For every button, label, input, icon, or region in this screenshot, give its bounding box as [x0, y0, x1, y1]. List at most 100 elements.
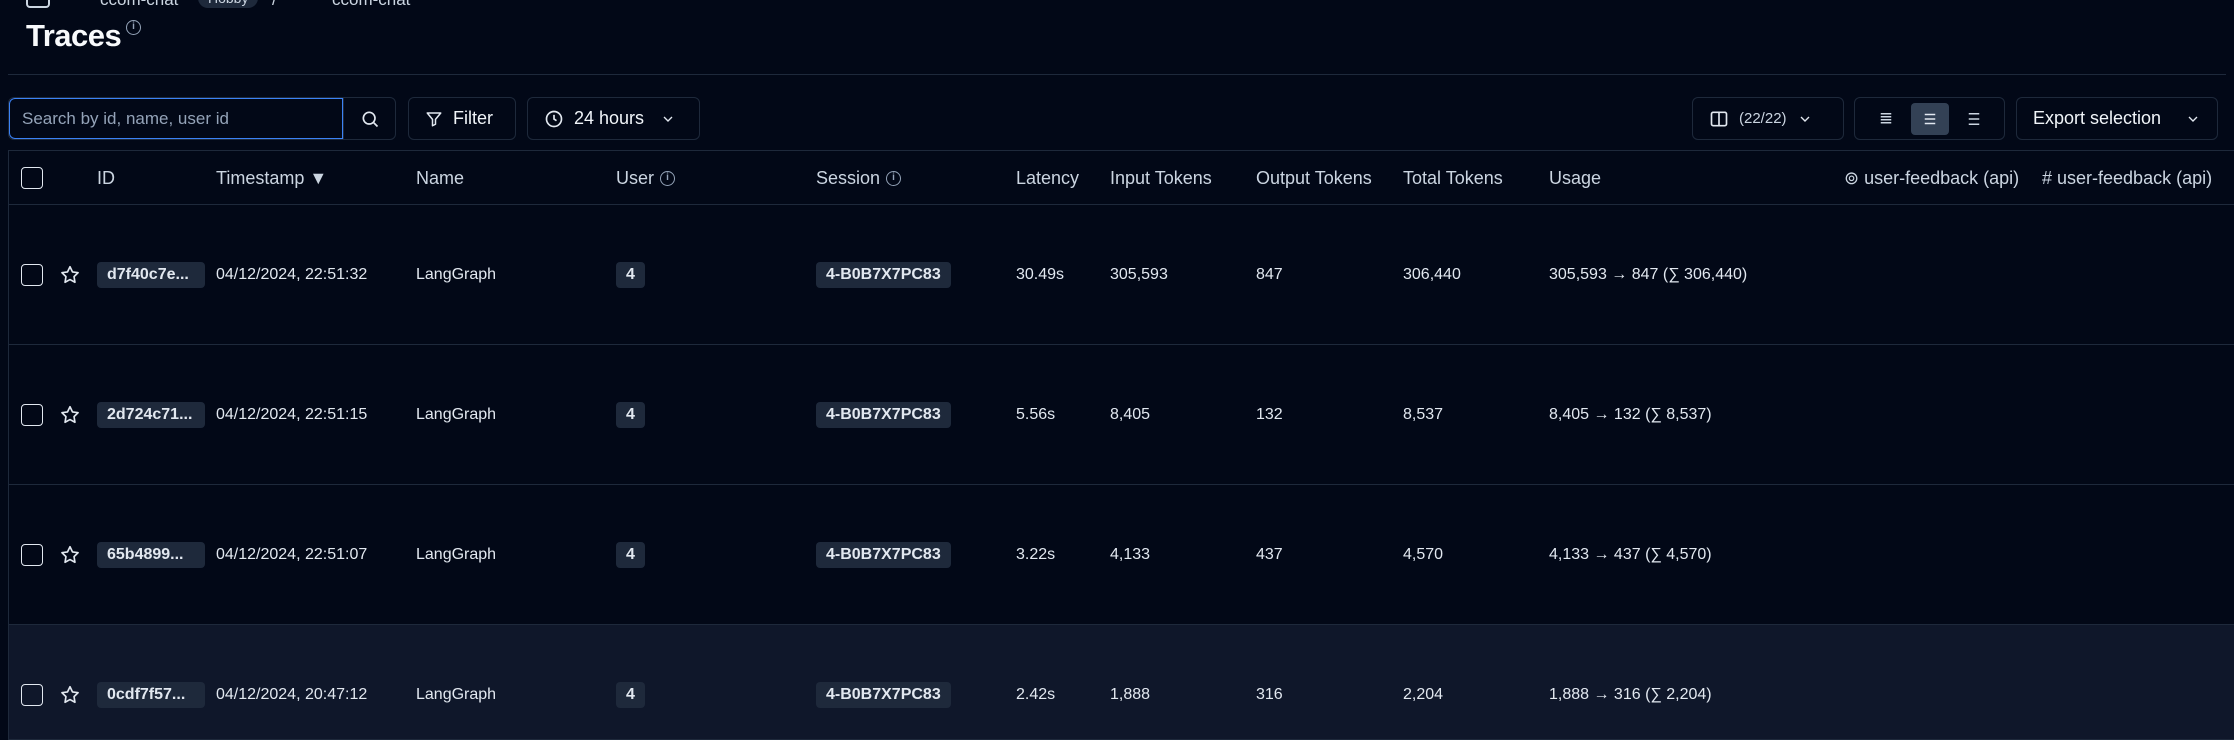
star-icon[interactable]: [59, 264, 81, 286]
user-id[interactable]: 4: [616, 541, 645, 568]
info-icon[interactable]: i: [660, 170, 676, 186]
divider: [8, 74, 2226, 75]
search-button[interactable]: [343, 98, 395, 139]
row-select-cell: [21, 345, 43, 484]
timestamp-cell: 04/12/2024, 22:51:07: [216, 545, 368, 563]
header-name[interactable]: Name: [416, 151, 464, 205]
latency-cell: 2.42s: [1016, 685, 1056, 703]
info-icon[interactable]: i: [886, 170, 902, 186]
header-latency[interactable]: Latency: [1016, 151, 1079, 205]
page-title: Traces: [26, 18, 122, 53]
density-compact-icon: [1880, 112, 1891, 123]
trace-id[interactable]: 65b4899...: [97, 541, 205, 568]
density-comfortable-option[interactable]: [1910, 102, 1949, 135]
density-spacious-icon: [1968, 112, 1979, 125]
density-spacious-option[interactable]: [1955, 103, 1993, 135]
latency-cell: 5.56s: [1016, 405, 1056, 423]
table-row[interactable]: d7f40c7e... 04/12/2024, 22:51:32 LangGra…: [9, 205, 2234, 345]
traces-table: ID Timestamp ▼ Name User i Session i Lat…: [8, 150, 2234, 740]
export-selection-button[interactable]: Export selection: [2016, 97, 2218, 140]
breadcrumb-separator-icon: /: [272, 0, 277, 10]
row-checkbox[interactable]: [21, 543, 43, 566]
input-tokens-cell: 1,888: [1110, 685, 1151, 703]
user-cell: 4: [616, 205, 645, 344]
trace-id[interactable]: d7f40c7e...: [97, 261, 205, 288]
chevron-down-icon: [2188, 116, 2198, 122]
breadcrumb-project[interactable]: ccom-chat: [100, 0, 178, 10]
star-icon[interactable]: [59, 684, 81, 706]
header-feedback-categorical[interactable]: ⊚ user-feedback (api): [1844, 151, 2019, 205]
row-checkbox[interactable]: [21, 683, 43, 706]
session-id[interactable]: 4-B0B7X7PC83: [816, 681, 951, 708]
header-input-tokens[interactable]: Input Tokens: [1110, 151, 1212, 205]
user-cell: 4: [616, 485, 645, 624]
output-tokens-cell: 316: [1256, 685, 1283, 703]
search-box: [8, 97, 396, 140]
user-cell: 4: [616, 345, 645, 484]
name-cell: LangGraph: [416, 265, 497, 283]
header-session-cell[interactable]: Session i: [816, 151, 902, 205]
session-id[interactable]: 4-B0B7X7PC83: [816, 261, 951, 288]
header-timestamp[interactable]: Timestamp ▼: [216, 151, 327, 205]
row-checkbox[interactable]: [21, 403, 43, 426]
star-cell: [59, 485, 81, 624]
user-id[interactable]: 4: [616, 261, 645, 288]
user-id[interactable]: 4: [616, 681, 645, 708]
session-cell: 4-B0B7X7PC83: [816, 625, 951, 739]
total-tokens-cell: 4,570: [1403, 545, 1444, 563]
table-header: ID Timestamp ▼ Name User i Session i Lat…: [9, 151, 2234, 205]
star-cell: [59, 625, 81, 739]
user-id[interactable]: 4: [616, 401, 645, 428]
timestamp-cell: 04/12/2024, 20:47:12: [216, 685, 368, 703]
density-compact-option[interactable]: [1867, 103, 1905, 135]
trace-id[interactable]: 2d724c71...: [97, 401, 205, 428]
header-user-cell[interactable]: User i: [616, 151, 676, 205]
columns-button[interactable]: (22/22): [1692, 97, 1844, 140]
breadcrumb-page[interactable]: ccom-chat: [332, 0, 410, 10]
header-user: User: [616, 167, 655, 188]
table-row[interactable]: 0cdf7f57... 04/12/2024, 20:47:12 LangGra…: [9, 625, 2234, 739]
id-cell: 2d724c71...: [97, 345, 205, 484]
info-icon[interactable]: i: [126, 20, 141, 35]
header-output-tokens[interactable]: Output Tokens: [1256, 151, 1372, 205]
id-cell: d7f40c7e...: [97, 205, 205, 344]
sidebar-icon[interactable]: [26, 0, 50, 8]
star-icon[interactable]: [59, 404, 81, 426]
time-range-label: 24 hours: [574, 108, 645, 128]
latency-cell: 30.49s: [1016, 265, 1065, 283]
columns-icon: [1710, 111, 1728, 126]
usage-cell: 8,405 → 132 (∑ 8,537): [1549, 405, 1712, 423]
trace-id[interactable]: 0cdf7f57...: [97, 681, 205, 708]
row-select-cell: [21, 205, 43, 344]
session-cell: 4-B0B7X7PC83: [816, 345, 951, 484]
star-icon[interactable]: [59, 544, 81, 566]
total-tokens-cell: 306,440: [1403, 265, 1461, 283]
select-all-cell: [21, 151, 43, 205]
output-tokens-cell: 847: [1256, 265, 1283, 283]
input-tokens-cell: 4,133: [1110, 545, 1151, 563]
id-cell: 65b4899...: [97, 485, 205, 624]
filter-label: Filter: [453, 108, 493, 128]
session-id[interactable]: 4-B0B7X7PC83: [816, 541, 951, 568]
search-input[interactable]: [9, 98, 343, 139]
total-tokens-cell: 8,537: [1403, 405, 1444, 423]
header-id[interactable]: ID: [97, 151, 115, 205]
star-cell: [59, 345, 81, 484]
row-checkbox[interactable]: [21, 263, 43, 286]
row-select-cell: [21, 485, 43, 624]
timestamp-cell: 04/12/2024, 22:51:15: [216, 405, 368, 423]
table-row[interactable]: 65b4899... 04/12/2024, 22:51:07 LangGrap…: [9, 485, 2234, 625]
id-cell: 0cdf7f57...: [97, 625, 205, 739]
search-icon: [362, 111, 378, 127]
header-total-tokens[interactable]: Total Tokens: [1403, 151, 1503, 205]
star-cell: [59, 205, 81, 344]
select-all-checkbox[interactable]: [21, 167, 43, 189]
table-row[interactable]: 2d724c71... 04/12/2024, 22:51:15 LangGra…: [9, 345, 2234, 485]
header-usage[interactable]: Usage: [1549, 151, 1601, 205]
filter-button[interactable]: Filter: [408, 97, 516, 140]
session-id[interactable]: 4-B0B7X7PC83: [816, 401, 951, 428]
latency-cell: 3.22s: [1016, 545, 1056, 563]
time-range-select[interactable]: 24 hours: [527, 97, 700, 140]
header-feedback-numeric[interactable]: # user-feedback (api): [2042, 151, 2212, 205]
name-cell: LangGraph: [416, 685, 497, 703]
